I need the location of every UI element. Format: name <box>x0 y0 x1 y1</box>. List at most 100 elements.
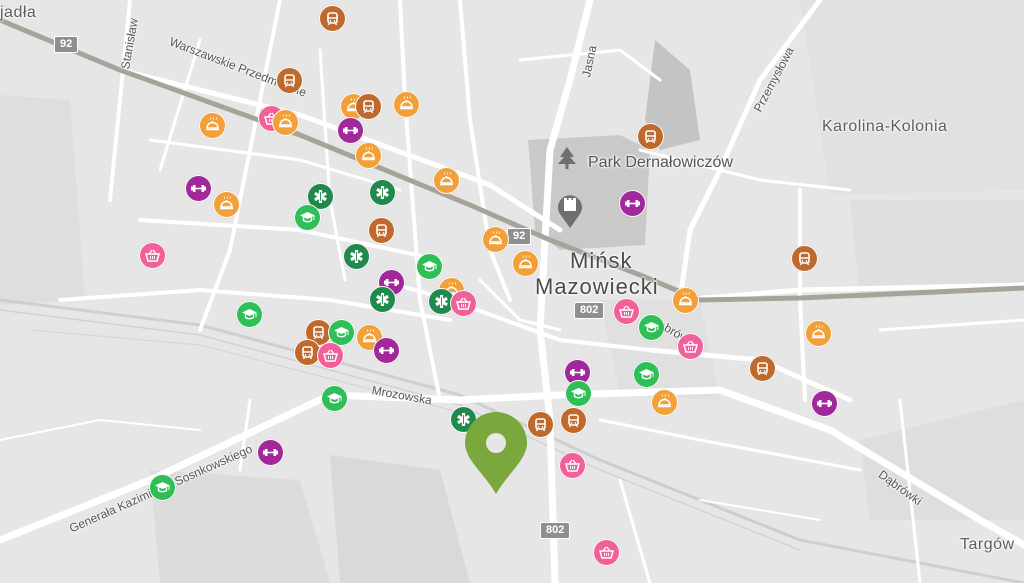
poi-marker-fitness[interactable] <box>336 116 364 144</box>
park-label: Park Dernałowiczów <box>588 154 733 171</box>
medical-star-icon <box>434 294 448 308</box>
bus-icon <box>756 361 768 375</box>
poi-marker-shopping[interactable] <box>316 341 344 369</box>
bus-icon <box>301 345 313 359</box>
dumbbell-icon <box>342 126 358 134</box>
poi-marker-education[interactable] <box>415 252 443 280</box>
city-label-minsk: Mińsk <box>570 248 633 273</box>
poi-marker-transport[interactable] <box>526 410 554 438</box>
bus-icon <box>567 413 579 427</box>
dumbbell-icon <box>378 346 394 354</box>
poi-marker-fitness[interactable] <box>372 336 400 364</box>
poi-marker-shopping[interactable] <box>676 332 704 360</box>
graduation-cap-icon <box>333 326 349 337</box>
graduation-cap-icon <box>241 308 257 319</box>
graduation-cap-icon <box>570 387 586 398</box>
poi-marker-transport[interactable] <box>354 92 382 120</box>
poi-marker-health[interactable] <box>342 242 370 270</box>
poi-marker-food[interactable] <box>511 249 539 277</box>
poi-marker-food[interactable] <box>804 319 832 347</box>
poi-marker-transport[interactable] <box>748 354 776 382</box>
poi-marker-transport[interactable] <box>275 66 303 94</box>
poi-marker-food[interactable] <box>354 141 382 169</box>
bus-icon <box>312 325 324 339</box>
basket-icon <box>598 546 614 559</box>
restaurant-cloche-icon <box>678 291 692 305</box>
restaurant-cloche-icon <box>361 146 375 160</box>
dumbbell-icon <box>190 184 206 192</box>
poi-marker-transport[interactable] <box>367 216 395 244</box>
poi-marker-fitness[interactable] <box>810 389 838 417</box>
poi-marker-health[interactable] <box>368 178 396 206</box>
basket-icon <box>144 249 160 262</box>
restaurant-cloche-icon <box>488 230 502 244</box>
poi-marker-shopping[interactable] <box>138 241 166 269</box>
poi-marker-education[interactable] <box>320 384 348 412</box>
poi-marker-education[interactable] <box>564 379 592 407</box>
basket-icon <box>322 349 338 362</box>
dumbbell-icon <box>569 368 585 376</box>
graduation-cap-icon <box>421 260 437 271</box>
poi-marker-education[interactable] <box>637 313 665 341</box>
poi-marker-education[interactable] <box>235 300 263 328</box>
poi-marker-food[interactable] <box>212 190 240 218</box>
route-shield-92: 92 <box>54 36 79 53</box>
poi-marker-fitness[interactable] <box>618 189 646 217</box>
restaurant-cloche-icon <box>439 171 453 185</box>
area-label-karolina: Karolina-Kolonia <box>822 118 948 135</box>
area-label-targow: Targów <box>960 536 1015 553</box>
graduation-cap-icon <box>154 481 170 492</box>
landmark-castle-icon[interactable] <box>555 192 585 230</box>
poi-marker-food[interactable] <box>198 111 226 139</box>
poi-marker-food[interactable] <box>432 166 460 194</box>
poi-marker-transport[interactable] <box>318 4 346 32</box>
restaurant-cloche-icon <box>219 195 233 209</box>
bus-icon <box>798 251 810 265</box>
poi-marker-transport[interactable] <box>636 122 664 150</box>
poi-marker-fitness[interactable] <box>256 438 284 466</box>
restaurant-cloche-icon <box>399 95 413 109</box>
basket-icon <box>618 305 634 318</box>
poi-marker-education[interactable] <box>148 473 176 501</box>
poi-marker-education[interactable] <box>632 360 660 388</box>
bus-icon <box>375 223 387 237</box>
poi-marker-food[interactable] <box>481 225 509 253</box>
medical-star-icon <box>349 249 363 263</box>
bus-icon <box>326 11 338 25</box>
poi-marker-transport[interactable] <box>559 406 587 434</box>
area-label-jadla: jadła <box>0 4 37 21</box>
park-tree-icon[interactable] <box>556 146 578 170</box>
poi-marker-food[interactable] <box>671 286 699 314</box>
poi-marker-health[interactable] <box>368 285 396 313</box>
dumbbell-icon <box>624 199 640 207</box>
bus-icon <box>534 417 546 431</box>
poi-marker-food[interactable] <box>271 108 299 136</box>
poi-marker-shopping[interactable] <box>449 289 477 317</box>
poi-marker-food[interactable] <box>392 90 420 118</box>
poi-marker-shopping[interactable] <box>592 538 620 566</box>
poi-marker-food[interactable] <box>650 388 678 416</box>
dumbbell-icon <box>816 399 832 407</box>
poi-marker-transport[interactable] <box>790 244 818 272</box>
graduation-cap-icon <box>326 392 342 403</box>
poi-marker-fitness[interactable] <box>184 174 212 202</box>
route-shield-92: 92 <box>507 228 532 245</box>
restaurant-cloche-icon <box>278 113 292 127</box>
bus-icon <box>283 73 295 87</box>
medical-star-icon <box>375 185 389 199</box>
poi-marker-education[interactable] <box>293 203 321 231</box>
basket-icon <box>682 340 698 353</box>
bus-icon <box>644 129 656 143</box>
graduation-cap-icon <box>643 321 659 332</box>
basket-icon <box>455 297 471 310</box>
map-canvas[interactable]: Mińsk Mazowiecki Park Dernałowiczów Karo… <box>0 0 1024 583</box>
bus-icon <box>362 99 374 113</box>
poi-marker-shopping[interactable] <box>558 451 586 479</box>
restaurant-cloche-icon <box>811 324 825 338</box>
city-label-mazowiecki: Mazowiecki <box>535 274 659 299</box>
poi-marker-shopping[interactable] <box>612 297 640 325</box>
dumbbell-icon <box>262 448 278 456</box>
restaurant-cloche-icon <box>657 393 671 407</box>
location-pin-icon[interactable] <box>463 412 529 496</box>
graduation-cap-icon <box>299 211 315 222</box>
